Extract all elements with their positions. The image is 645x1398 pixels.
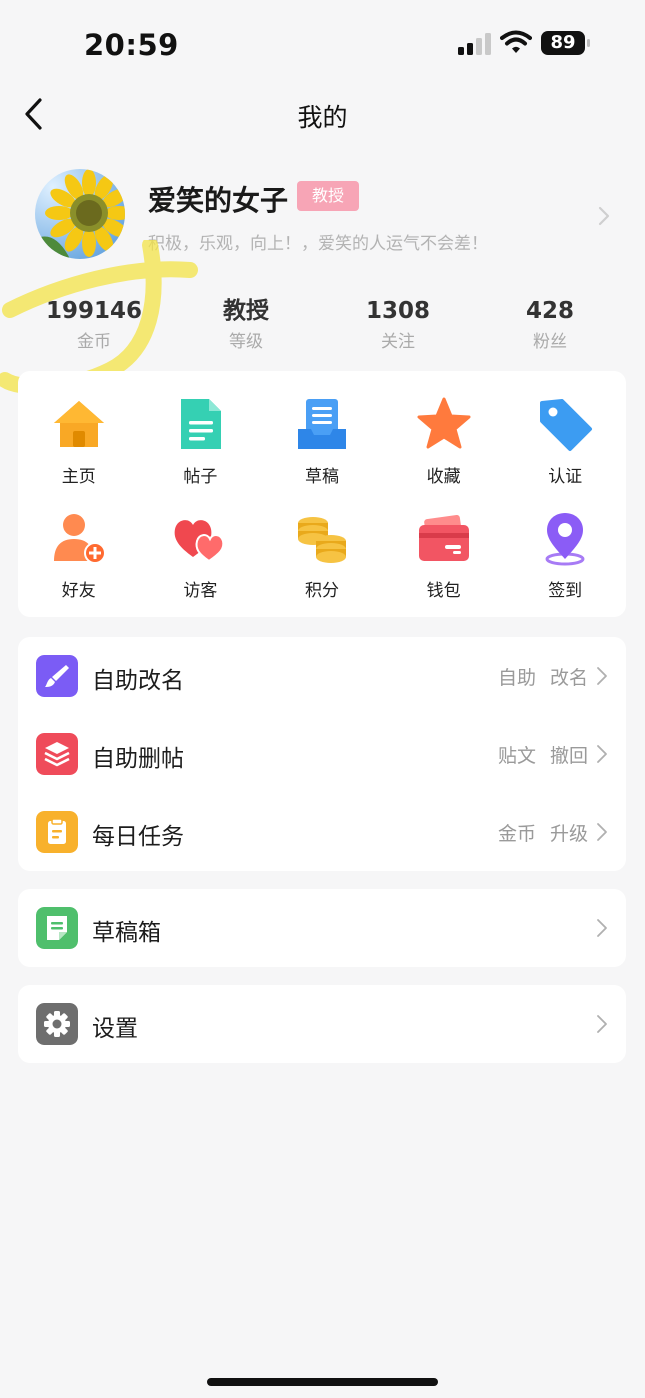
list-row-daily-tasks[interactable]: 每日任务 金币 升级 bbox=[18, 793, 626, 871]
row-hint-1: 金币 bbox=[497, 823, 536, 845]
stat-value: 教授 bbox=[223, 298, 269, 324]
clipboard-icon bbox=[36, 811, 78, 853]
stat-value: 428 bbox=[525, 298, 574, 324]
grid-item-home[interactable]: 主页 bbox=[18, 395, 140, 493]
location-pin-icon bbox=[545, 513, 585, 566]
list-row-drafts[interactable]: 草稿箱 bbox=[18, 889, 626, 967]
stat-value: 199146 bbox=[45, 298, 143, 324]
grid-label: 草稿 bbox=[304, 467, 339, 487]
stat-label: 粉丝 bbox=[533, 332, 567, 352]
home-indicator[interactable] bbox=[207, 1378, 438, 1386]
page-title: 我的 bbox=[297, 103, 348, 132]
row-label: 设置 bbox=[92, 1016, 138, 1042]
list-row-rename[interactable]: 自助改名 自助 改名 bbox=[18, 637, 626, 715]
chevron-right-icon bbox=[598, 206, 610, 226]
chevron-right-icon bbox=[597, 667, 607, 685]
grid-label: 帖子 bbox=[183, 467, 218, 487]
grid-item-points[interactable]: 积分 bbox=[261, 509, 383, 607]
home-icon bbox=[53, 401, 104, 447]
settings-card: 设置 bbox=[18, 985, 626, 1063]
grid-label: 签到 bbox=[548, 581, 583, 601]
row-label: 草稿箱 bbox=[92, 920, 161, 946]
stat-followers[interactable]: 428 粉丝 bbox=[474, 296, 626, 360]
status-bar: 20:59 89 bbox=[0, 0, 645, 90]
tools-list-card: 自助改名 自助 改名 自助删帖 贴文 撤回 每日任务 金币 升级 bbox=[18, 637, 626, 871]
battery-indicator: 89 bbox=[541, 31, 591, 55]
row-hint-1: 自助 bbox=[497, 667, 536, 689]
stats-row: 199146 金币 教授 等级 1308 关注 428 粉丝 bbox=[18, 296, 626, 360]
stat-following[interactable]: 1308 关注 bbox=[322, 296, 474, 360]
stat-coins[interactable]: 199146 金币 bbox=[18, 296, 170, 360]
avatar[interactable] bbox=[35, 169, 125, 259]
grid-label: 访客 bbox=[183, 581, 218, 601]
rank-badge: 教授 bbox=[297, 181, 359, 211]
layers-icon bbox=[36, 733, 78, 775]
row-hint: 贴文 撤回 bbox=[498, 741, 588, 768]
row-label: 自助改名 bbox=[92, 668, 184, 694]
grid-item-wallet[interactable]: 钱包 bbox=[383, 509, 505, 607]
profile-header[interactable]: 爱笑的女子 教授 积极，乐观，向上！，爱笑的人运气不会差！ bbox=[0, 165, 645, 265]
wallet-icon bbox=[418, 514, 469, 561]
stat-label: 等级 bbox=[229, 332, 263, 352]
row-hint-1: 贴文 bbox=[497, 745, 536, 767]
row-label: 自助删帖 bbox=[92, 746, 184, 772]
grid-item-posts[interactable]: 帖子 bbox=[140, 395, 262, 493]
row-label: 每日任务 bbox=[92, 824, 184, 850]
add-friend-icon bbox=[53, 514, 106, 564]
gear-icon bbox=[36, 1003, 78, 1045]
list-row-delete-post[interactable]: 自助删帖 贴文 撤回 bbox=[18, 715, 626, 793]
brush-icon bbox=[36, 655, 78, 697]
username: 爱笑的女子 bbox=[148, 184, 289, 217]
grid-item-friends[interactable]: 好友 bbox=[18, 509, 140, 607]
grid-item-verify[interactable]: 认证 bbox=[504, 395, 626, 493]
chevron-right-icon bbox=[597, 919, 607, 937]
shortcut-grid-card: 主页 帖子 草稿 收藏 认证 好友 访客 积分 钱包 签到 bbox=[18, 371, 626, 617]
shortcut-grid: 主页 帖子 草稿 收藏 认证 好友 访客 积分 钱包 签到 bbox=[18, 395, 626, 607]
drafts-card: 草稿箱 bbox=[18, 889, 626, 967]
coins-icon bbox=[297, 517, 346, 563]
row-hint: 自助 改名 bbox=[498, 663, 588, 690]
stat-label: 金币 bbox=[77, 332, 111, 352]
chevron-right-icon bbox=[597, 823, 607, 841]
grid-label: 好友 bbox=[61, 581, 96, 601]
tag-icon bbox=[540, 399, 593, 451]
stat-value: 1308 bbox=[365, 298, 430, 324]
draft-tray-icon bbox=[297, 399, 346, 449]
row-hint: 金币 升级 bbox=[498, 819, 588, 846]
grid-label: 收藏 bbox=[426, 467, 461, 487]
grid-label: 认证 bbox=[548, 467, 583, 487]
row-hint-2: 升级 bbox=[549, 823, 588, 845]
star-icon bbox=[417, 397, 471, 449]
grid-item-checkin[interactable]: 签到 bbox=[504, 509, 626, 607]
cellular-signal-icon bbox=[458, 33, 491, 55]
row-hint-2: 改名 bbox=[549, 667, 588, 689]
stat-label: 关注 bbox=[381, 332, 415, 352]
grid-label: 主页 bbox=[61, 467, 96, 487]
chevron-right-icon bbox=[597, 745, 607, 763]
grid-item-drafts[interactable]: 草稿 bbox=[261, 395, 383, 493]
stat-level[interactable]: 教授 等级 bbox=[170, 296, 322, 360]
grid-label: 钱包 bbox=[426, 581, 461, 601]
user-bio: 积极，乐观，向上！，爱笑的人运气不会差！ bbox=[148, 234, 488, 254]
wifi-icon bbox=[500, 30, 532, 53]
battery-level: 89 bbox=[550, 32, 576, 53]
grid-item-visitors[interactable]: 访客 bbox=[140, 509, 262, 607]
chevron-right-icon bbox=[597, 1015, 607, 1033]
document-icon bbox=[181, 399, 222, 449]
note-icon bbox=[36, 907, 78, 949]
grid-item-favorites[interactable]: 收藏 bbox=[383, 395, 505, 493]
list-row-settings[interactable]: 设置 bbox=[18, 985, 626, 1063]
row-hint-2: 撤回 bbox=[549, 745, 588, 767]
hearts-icon bbox=[175, 520, 225, 563]
navigation-bar: 我的 bbox=[0, 90, 645, 138]
status-time: 20:59 bbox=[84, 28, 179, 62]
grid-label: 积分 bbox=[304, 581, 339, 601]
